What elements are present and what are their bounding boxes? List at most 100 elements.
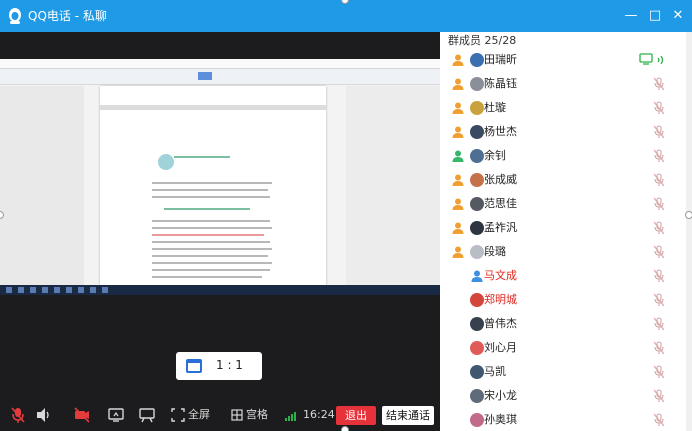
member-name: 杜璇: [484, 101, 506, 114]
mic-muted-icon: [653, 413, 665, 427]
end-call-button[interactable]: 结束通话: [382, 406, 434, 425]
qq-logo-icon: [9, 8, 21, 24]
window-title: QQ电话 - 私聊: [28, 9, 107, 23]
mic-muted-icon: [653, 293, 665, 307]
title-bar: QQ电话 - 私聊 — □ ✕: [0, 0, 692, 32]
avatar: [470, 221, 484, 235]
member-row[interactable]: 曾伟杰: [440, 312, 692, 336]
page-break: [100, 105, 326, 110]
mic-muted-icon: [653, 173, 665, 187]
ratio-toggle-button[interactable]: 1 : 1: [176, 352, 262, 380]
mic-muted-icon: [653, 77, 665, 91]
member-row[interactable]: 段璐: [440, 240, 692, 264]
grid-icon: [231, 404, 243, 426]
shared-app-toolbar: [0, 59, 440, 69]
avatar: [470, 149, 484, 163]
member-row[interactable]: 杨世杰: [440, 120, 692, 144]
member-row[interactable]: 余钊: [440, 144, 692, 168]
member-name: 田瑞昕: [484, 53, 517, 66]
shared-app-rightpane: [346, 86, 440, 285]
avatar: [470, 245, 484, 259]
member-name: 马凯: [484, 365, 506, 378]
member-row[interactable]: 陈晶钰: [440, 72, 692, 96]
member-name: 曾伟杰: [484, 317, 517, 330]
grid-label: 宫格: [246, 408, 268, 421]
avatar: [470, 341, 484, 355]
screen-share-button[interactable]: [107, 404, 125, 426]
fullscreen-label: 全屏: [188, 408, 210, 421]
avatar: [470, 317, 484, 331]
member-role-icon: [471, 270, 483, 282]
avatar: [470, 413, 484, 427]
avatar: [470, 101, 484, 115]
mic-muted-icon: [653, 317, 665, 331]
member-row[interactable]: 宋小龙: [440, 384, 692, 408]
camera-off-icon: [74, 407, 90, 423]
member-name: 陈晶钰: [484, 77, 517, 90]
screen-sharing-icon: [639, 53, 653, 65]
fullscreen-icon: [171, 404, 185, 426]
mic-muted-icon: [653, 389, 665, 403]
mic-muted-icon: [653, 341, 665, 355]
member-role-icon: [452, 126, 464, 138]
avatar: [470, 53, 484, 67]
mic-muted-icon: [653, 101, 665, 115]
member-row[interactable]: 郑明城: [440, 288, 692, 312]
member-name: 刘心月: [484, 341, 517, 354]
speaking-icon: [657, 55, 664, 65]
member-row[interactable]: 马文成: [440, 264, 692, 288]
avatar: [470, 197, 484, 211]
member-role-icon: [452, 54, 464, 66]
member-row[interactable]: 马凯: [440, 360, 692, 384]
shared-screen: [0, 59, 440, 295]
member-role-icon: [452, 78, 464, 90]
whiteboard-icon: [139, 408, 155, 423]
member-name: 范思佳: [484, 197, 517, 210]
member-row[interactable]: 孙奥琪: [440, 408, 692, 431]
member-name: 杨世杰: [484, 125, 517, 138]
screen-share-icon: [108, 408, 124, 422]
avatar: [470, 173, 484, 187]
shared-taskbar: [0, 285, 440, 295]
member-name: 马文成: [484, 269, 517, 282]
mic-muted-icon: [653, 221, 665, 235]
member-row[interactable]: 张成威: [440, 168, 692, 192]
member-role-icon: [452, 174, 464, 186]
exit-button[interactable]: 退出: [336, 406, 376, 425]
close-button[interactable]: ✕: [667, 6, 689, 26]
member-row[interactable]: 田瑞昕: [440, 48, 692, 72]
shared-document-page: [100, 86, 326, 285]
avatar: [470, 365, 484, 379]
mic-muted-icon: [11, 407, 25, 423]
member-row[interactable]: 杜璇: [440, 96, 692, 120]
whiteboard-button[interactable]: [138, 404, 156, 426]
members-panel: 群成员 25/28 田瑞昕陈晶钰杜璇杨世杰余钊张成威范思佳孟祚汎 段璐马文成郑明城…: [440, 32, 692, 431]
mute-mic-button[interactable]: [10, 404, 26, 426]
member-role-icon: [452, 150, 464, 162]
member-role-icon: [452, 102, 464, 114]
member-name: 郑明城: [484, 293, 517, 306]
shared-app-ribbon: [0, 69, 440, 85]
members-header: 群成员 25/28: [448, 34, 517, 47]
minimize-button[interactable]: —: [620, 6, 642, 26]
speaker-icon: [37, 408, 49, 422]
resize-handle-bottom[interactable]: [341, 426, 349, 431]
signal-indicator: [284, 404, 298, 426]
member-row[interactable]: 孟祚汎: [440, 216, 692, 240]
member-name: 张成威: [484, 173, 517, 186]
member-row[interactable]: 刘心月: [440, 336, 692, 360]
member-row[interactable]: 范思佳: [440, 192, 692, 216]
member-role-icon: [452, 198, 464, 210]
avatar: [470, 77, 484, 91]
shared-app-sidepane: [0, 86, 84, 285]
avatar: [470, 125, 484, 139]
mic-muted-icon: [653, 269, 665, 283]
restore-button[interactable]: □: [644, 6, 666, 26]
member-role-icon: [452, 246, 464, 258]
members-scrollbar[interactable]: [686, 32, 692, 431]
speaker-button[interactable]: [35, 404, 51, 426]
resize-handle-right[interactable]: [685, 211, 692, 219]
camera-off-button[interactable]: [73, 404, 91, 426]
avatar: [470, 389, 484, 403]
mic-muted-icon: [653, 149, 665, 163]
